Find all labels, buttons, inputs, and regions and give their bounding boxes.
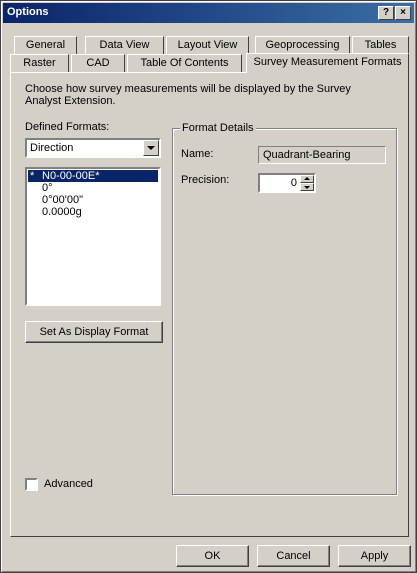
precision-label: Precision: bbox=[181, 174, 230, 186]
format-label: 0°00'00" bbox=[42, 194, 83, 206]
name-field: Quadrant-Bearing bbox=[258, 146, 386, 164]
tab-tables[interactable]: Tables bbox=[352, 36, 409, 54]
help-icon[interactable]: ? bbox=[378, 6, 394, 20]
spin-down-icon[interactable] bbox=[300, 183, 314, 191]
tab-panel: Choose how survey measurements will be d… bbox=[10, 72, 409, 537]
format-details-group: Format Details Name: Quadrant-Bearing Pr… bbox=[172, 122, 397, 495]
precision-value[interactable]: 0 bbox=[291, 177, 297, 189]
format-label: 0.0000g bbox=[42, 206, 82, 218]
spin-up-icon[interactable] bbox=[300, 175, 314, 183]
tab-cad[interactable]: CAD bbox=[71, 54, 125, 72]
format-label: 0° bbox=[42, 182, 53, 194]
title-bar[interactable]: Options ? × bbox=[3, 3, 414, 23]
list-item[interactable]: 0° bbox=[28, 182, 158, 194]
options-dialog: Options ? × General Data View Layout Vie… bbox=[0, 0, 417, 573]
tab-survey-measurement-formats[interactable]: Survey Measurement Formats bbox=[246, 53, 409, 73]
tab-layout-view[interactable]: Layout View bbox=[166, 36, 249, 54]
list-item[interactable]: 0°00'00" bbox=[28, 194, 158, 206]
tab-raster[interactable]: Raster bbox=[10, 54, 69, 72]
format-type-value: Direction bbox=[30, 142, 74, 154]
tab-table-of-contents[interactable]: Table Of Contents bbox=[127, 54, 242, 72]
advanced-label: Advanced bbox=[44, 478, 93, 490]
apply-button[interactable]: Apply bbox=[338, 545, 411, 567]
advanced-checkbox[interactable] bbox=[25, 478, 38, 491]
chevron-down-icon[interactable] bbox=[143, 140, 159, 156]
close-icon[interactable]: × bbox=[395, 6, 411, 20]
precision-stepper[interactable]: 0 bbox=[258, 173, 316, 193]
defined-formats-list[interactable]: * N0-00-00E* 0° 0°00'00" 0.0000g bbox=[25, 167, 161, 306]
page-description: Choose how survey measurements will be d… bbox=[25, 83, 351, 107]
list-item[interactable]: 0.0000g bbox=[28, 206, 158, 218]
window-title: Options bbox=[7, 6, 49, 18]
display-format-marker: * bbox=[30, 170, 35, 182]
defined-formats-label: Defined Formats: bbox=[25, 121, 110, 133]
tab-geoprocessing[interactable]: Geoprocessing bbox=[255, 36, 350, 54]
name-label: Name: bbox=[181, 148, 214, 160]
ok-button[interactable]: OK bbox=[176, 545, 249, 567]
set-as-display-format-button[interactable]: Set As Display Format bbox=[25, 321, 163, 343]
tab-general[interactable]: General bbox=[14, 36, 77, 54]
format-type-dropdown[interactable]: Direction bbox=[25, 138, 161, 158]
cancel-button[interactable]: Cancel bbox=[257, 545, 330, 567]
list-item[interactable]: * N0-00-00E* bbox=[28, 170, 158, 182]
format-details-legend: Format Details bbox=[180, 122, 256, 134]
tab-data-view[interactable]: Data View bbox=[85, 36, 164, 54]
format-label: N0-00-00E* bbox=[42, 170, 100, 182]
